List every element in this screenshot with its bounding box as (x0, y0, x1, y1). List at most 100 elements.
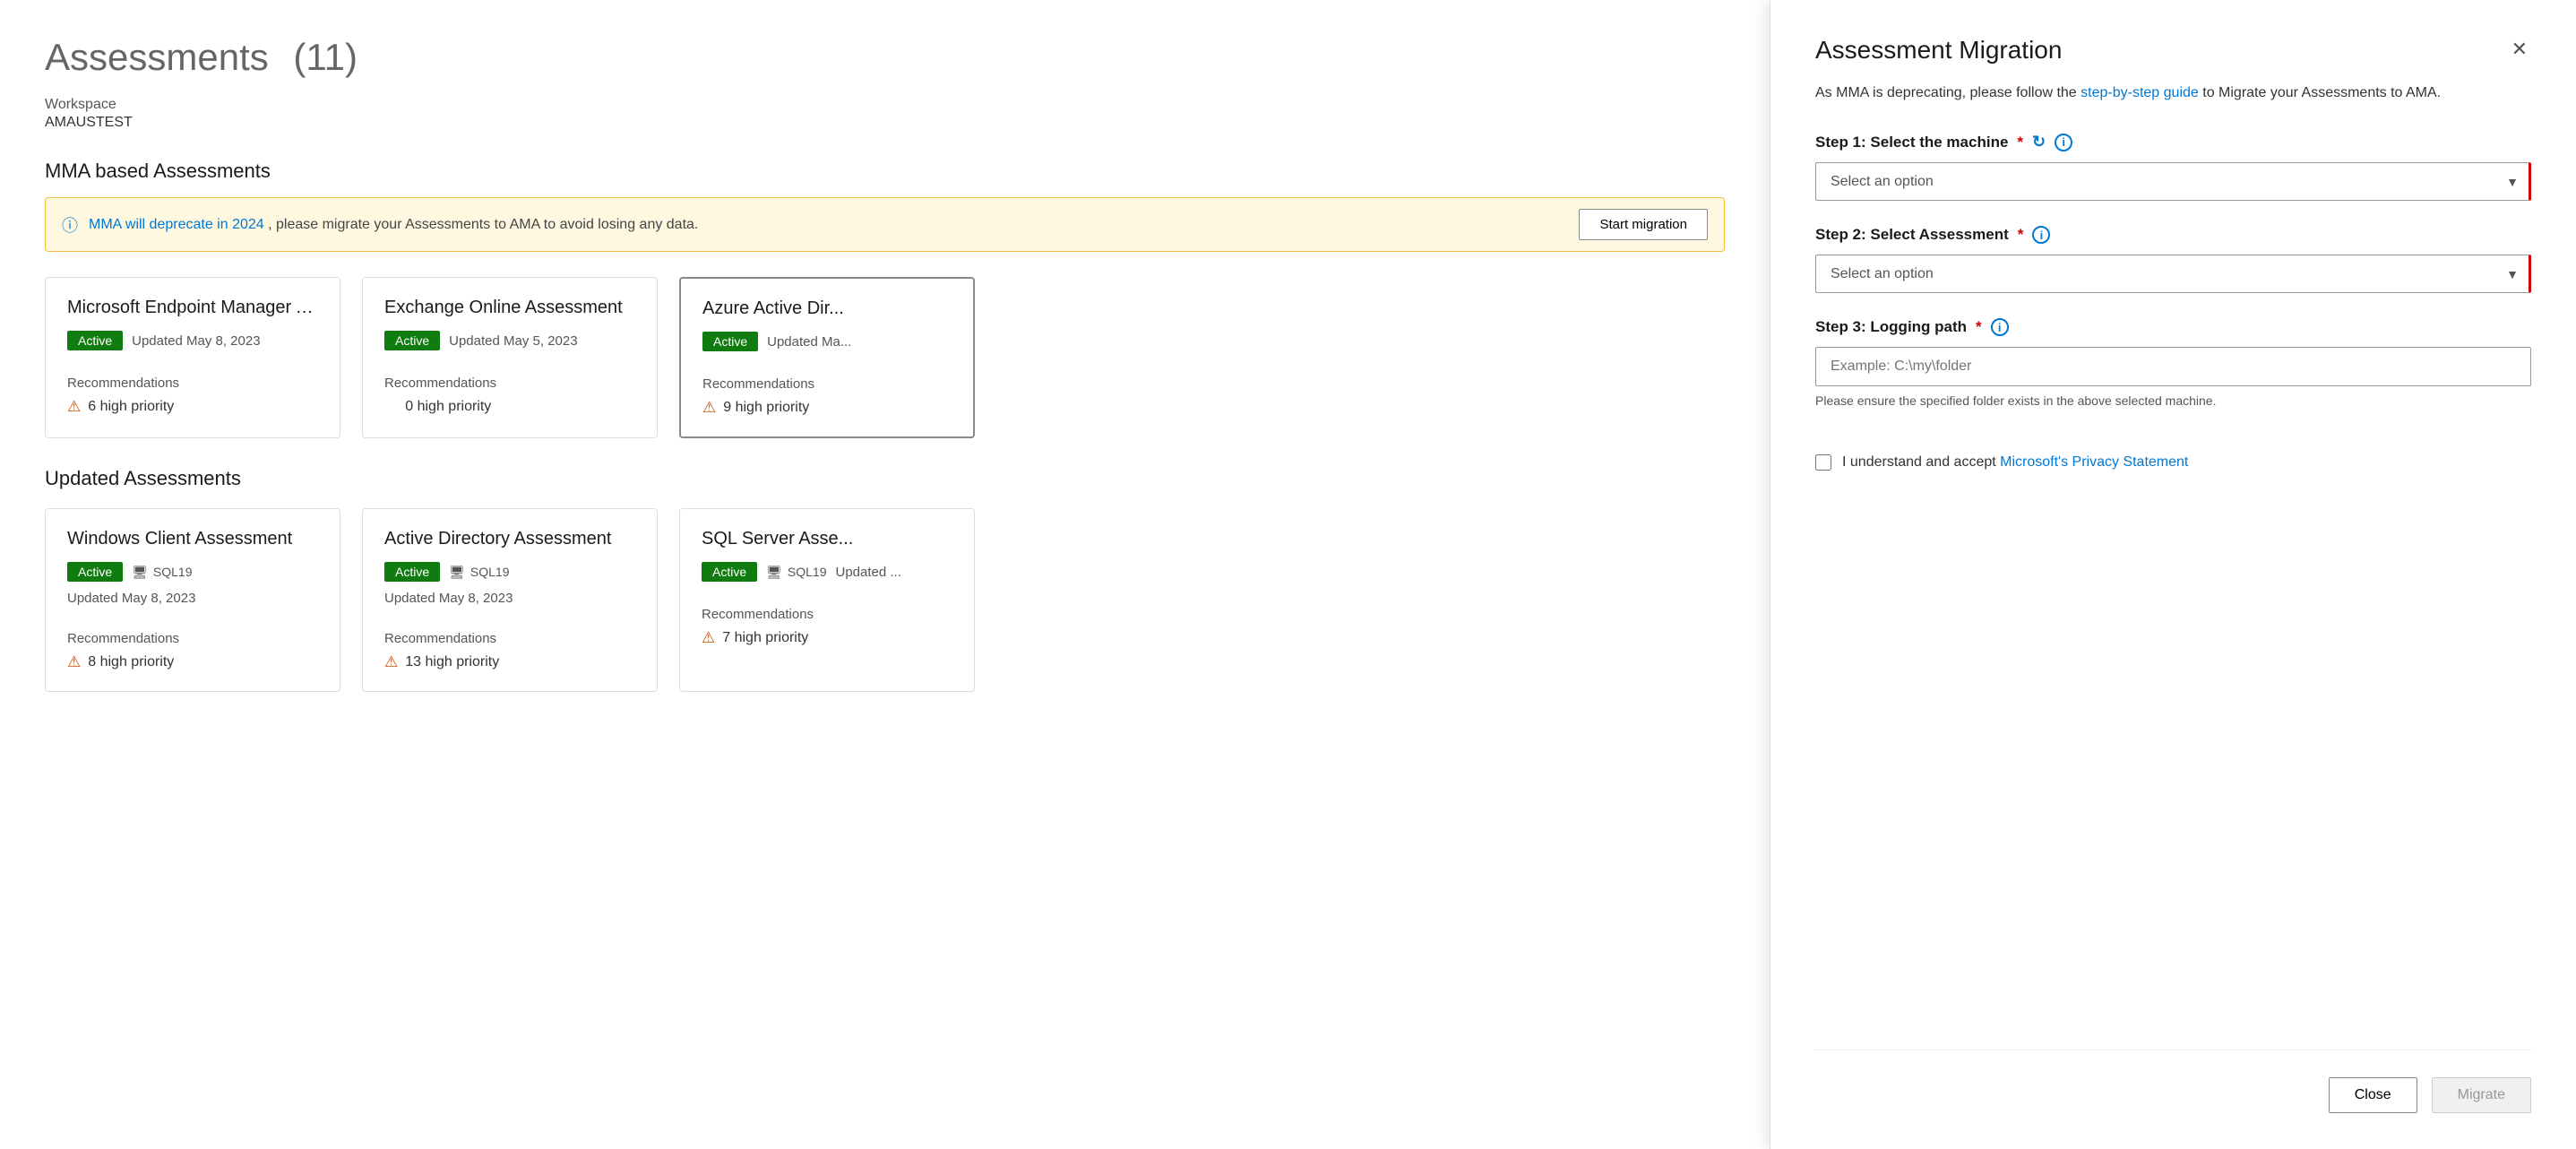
card-windows-machine: 🖥 SQL19 (132, 565, 192, 580)
step1-machine-select[interactable]: Select an option (1815, 162, 2531, 201)
step3-hint: Please ensure the specified folder exist… (1815, 393, 2531, 408)
card-mep[interactable]: Microsoft Endpoint Manager A... Active U… (45, 277, 340, 438)
step2-required: * (2018, 226, 2024, 244)
card-sql-status: Active (702, 562, 757, 582)
banner-info-icon: ⓘ (62, 213, 78, 237)
drawer-desc-link[interactable]: step-by-step guide (2081, 85, 2199, 100)
step2-section: Step 2: Select Assessment * i Select an … (1815, 226, 2531, 293)
card-exchange-meta: Active Updated May 5, 2023 (384, 331, 635, 350)
banner-text-end: , please migrate your Assessments to AMA… (268, 217, 698, 232)
card-windows-warning-icon: ⚠ (67, 653, 81, 671)
card-sql-priority-count: 7 high priority (722, 630, 808, 646)
step3-required: * (1976, 318, 1982, 336)
refresh-icon[interactable]: ↻ (2032, 133, 2046, 151)
card-ad-meta: Active 🖥 SQL19 Updated May 8, 2023 (384, 562, 635, 606)
card-windows[interactable]: Windows Client Assessment Active 🖥 SQL19… (45, 508, 340, 692)
card-mep-warning-icon: ⚠ (67, 398, 81, 416)
card-azure-rec-label: Recommendations (702, 376, 952, 392)
drawer-description: As MMA is deprecating, please follow the… (1815, 82, 2531, 104)
step1-label: Step 1: Select the machine * ↻ i (1815, 133, 2531, 151)
drawer-close-button[interactable]: ✕ (2508, 36, 2531, 63)
monitor-icon-ad: 🖥 (449, 565, 465, 580)
card-sql[interactable]: SQL Server Asse... Active 🖥 SQL19 Update… (679, 508, 975, 692)
card-mep-priority-count: 6 high priority (88, 399, 174, 415)
drawer-header: Assessment Migration ✕ (1815, 36, 2531, 65)
card-ad-status: Active (384, 562, 440, 582)
step3-label: Step 3: Logging path * i (1815, 318, 2531, 336)
card-windows-status: Active (67, 562, 123, 582)
drawer-title: Assessment Migration (1815, 36, 2062, 65)
page-title-text: Assessments (45, 36, 269, 78)
card-ad-machine: 🖥 SQL19 (449, 565, 509, 580)
step2-select-wrapper: Select an option ▼ (1815, 255, 2531, 293)
migrate-button[interactable]: Migrate (2432, 1077, 2531, 1113)
card-ad-priority: ⚠ 13 high priority (384, 653, 635, 671)
card-mep-meta: Active Updated May 8, 2023 (67, 331, 318, 350)
card-ad-title: Active Directory Assessment (384, 529, 635, 549)
card-sql-priority: ⚠ 7 high priority (702, 629, 952, 647)
card-azure-title: Azure Active Dir... (702, 298, 952, 319)
privacy-label: I understand and accept Microsoft's Priv… (1842, 454, 2188, 471)
card-azure[interactable]: Azure Active Dir... Active Updated Ma...… (679, 277, 975, 438)
card-azure-priority-count: 9 high priority (723, 400, 809, 416)
privacy-link[interactable]: Microsoft's Privacy Statement (2000, 454, 2188, 470)
card-ad-priority-count: 13 high priority (405, 654, 499, 670)
card-mep-updated: Updated May 8, 2023 (132, 333, 260, 349)
card-sql-machine: 🖥 SQL19 (766, 565, 826, 580)
card-exchange-title: Exchange Online Assessment (384, 298, 635, 318)
step1-label-text: Step 1: Select the machine (1815, 134, 2008, 151)
migration-drawer: Assessment Migration ✕ As MMA is depreca… (1770, 0, 2576, 1149)
step2-label: Step 2: Select Assessment * i (1815, 226, 2531, 244)
privacy-checkbox[interactable] (1815, 454, 1831, 471)
workspace-label: Workspace (45, 95, 1725, 115)
card-azure-warning-icon: ⚠ (702, 399, 716, 417)
card-exchange-priority-count: 0 high priority (405, 399, 491, 415)
card-exchange-updated: Updated May 5, 2023 (449, 333, 577, 349)
step1-info-icon[interactable]: i (2055, 134, 2072, 151)
card-azure-updated: Updated Ma... (767, 334, 851, 350)
step1-section: Step 1: Select the machine * ↻ i Select … (1815, 133, 2531, 201)
card-ad-updated: Updated May 8, 2023 (384, 591, 513, 606)
privacy-checkbox-row: I understand and accept Microsoft's Priv… (1815, 454, 2531, 471)
step2-info-icon[interactable]: i (2032, 226, 2050, 244)
card-sql-warning-icon: ⚠ (702, 629, 715, 647)
left-panel: Assessments (11) Workspace AMAUSTEST MMA… (0, 0, 1770, 1149)
step2-assessment-select[interactable]: Select an option (1815, 255, 2531, 293)
monitor-icon-sql: 🖥 (766, 565, 782, 580)
card-windows-updated: Updated May 8, 2023 (67, 591, 195, 606)
mma-banner: ⓘ MMA will deprecate in 2024 , please mi… (45, 197, 1725, 252)
card-sql-machine-name: SQL19 (788, 565, 827, 579)
card-windows-title: Windows Client Assessment (67, 529, 318, 549)
card-exchange[interactable]: Exchange Online Assessment Active Update… (362, 277, 658, 438)
card-sql-rec-label: Recommendations (702, 607, 952, 622)
card-mep-status: Active (67, 331, 123, 350)
card-ad-machine-name: SQL19 (470, 565, 510, 579)
card-windows-priority: ⚠ 8 high priority (67, 653, 318, 671)
workspace-name: AMAUSTEST (45, 115, 1725, 131)
banner-link[interactable]: MMA will deprecate in 2024 (89, 217, 264, 232)
card-windows-priority-count: 8 high priority (88, 654, 174, 670)
card-exchange-status: Active (384, 331, 440, 350)
step3-info-icon[interactable]: i (1991, 318, 2009, 336)
card-azure-priority: ⚠ 9 high priority (702, 399, 952, 417)
card-mep-rec-label: Recommendations (67, 376, 318, 391)
card-azure-meta: Active Updated Ma... (702, 332, 952, 351)
card-exchange-priority: ⚠ 0 high priority (384, 398, 635, 416)
card-sql-meta: Active 🖥 SQL19 Updated ... (702, 562, 952, 582)
card-windows-machine-name: SQL19 (153, 565, 193, 579)
privacy-text-start: I understand and accept (1842, 454, 2000, 470)
monitor-icon: 🖥 (132, 565, 148, 580)
card-ad-warning-icon: ⚠ (384, 653, 398, 671)
page-count: (11) (293, 36, 358, 78)
drawer-close-action-button[interactable]: Close (2329, 1077, 2417, 1113)
step3-logging-path-input[interactable] (1815, 347, 2531, 386)
updated-cards-grid: Windows Client Assessment Active 🖥 SQL19… (45, 508, 1725, 692)
step2-label-text: Step 2: Select Assessment (1815, 226, 2009, 244)
start-migration-button[interactable]: Start migration (1579, 209, 1708, 240)
card-ad[interactable]: Active Directory Assessment Active 🖥 SQL… (362, 508, 658, 692)
card-sql-title: SQL Server Asse... (702, 529, 952, 549)
card-ad-rec-label: Recommendations (384, 631, 635, 646)
step1-required: * (2017, 134, 2023, 151)
card-mep-priority: ⚠ 6 high priority (67, 398, 318, 416)
card-mep-title: Microsoft Endpoint Manager A... (67, 298, 318, 318)
